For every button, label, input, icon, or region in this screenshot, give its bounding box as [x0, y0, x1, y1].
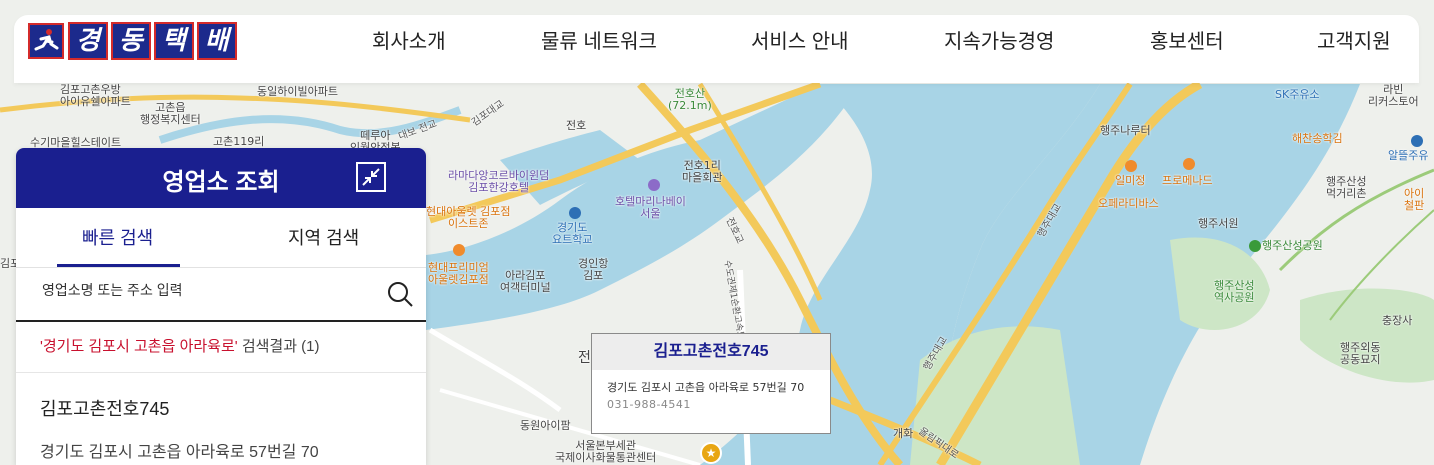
map-label: 행주나루터: [1100, 124, 1151, 137]
map-label: 경인항 김포: [578, 257, 609, 282]
panel-header: 영업소 조회: [16, 148, 426, 208]
map-label: 아이 철판: [1404, 187, 1425, 212]
nav-item-support[interactable]: 고객지원: [1317, 25, 1391, 54]
search-icon: [388, 282, 413, 307]
map-label: 프로메나드: [1162, 174, 1213, 187]
map-label: 전: [578, 350, 591, 366]
map-label: 서울본부세관 국제이사화물통관센터: [555, 439, 657, 464]
poi-marker[interactable]: [453, 244, 465, 256]
map-label: 동일하이빌아파트: [257, 85, 338, 98]
map-label: 개화: [893, 427, 914, 440]
map-label: 행주산성 역사공원: [1214, 279, 1255, 304]
map-label: 전호: [566, 119, 587, 132]
search-input[interactable]: [40, 281, 364, 299]
tab-quick-search[interactable]: 빠른 검색: [82, 224, 153, 250]
brand-wordmark: 경 동 택 배: [68, 22, 237, 60]
result-branch-name: 김포고촌전호745: [40, 399, 170, 419]
nav-item-services[interactable]: 서비스 안내: [751, 25, 849, 54]
nav-item-pr-center[interactable]: 홍보센터: [1150, 25, 1224, 54]
map-label: 해찬송학김: [1292, 132, 1343, 145]
map-label: 아라김포 여객터미널: [500, 269, 551, 294]
map-label: 전호산 (72.1m): [668, 87, 712, 112]
result-count: 검색결과 (1): [241, 338, 320, 355]
map-label: 전호1리 마을회관: [682, 159, 723, 184]
map-label: 일미정: [1115, 174, 1146, 187]
map-label: 라빈 리커스토어: [1368, 83, 1419, 108]
poi-marker[interactable]: [1183, 158, 1195, 170]
map-label: 김포고촌우방 아이유쉘아파트: [60, 83, 131, 108]
map-label: 행주서원: [1198, 217, 1239, 230]
poi-marker[interactable]: [1125, 160, 1137, 172]
page-frame: 김포고촌우방 아이유쉘아파트 동일하이빌아파트 고촌읍 행정복지센터 수기마을힐…: [0, 0, 1434, 465]
nav-item-sustainability[interactable]: 지속가능경영: [944, 25, 1054, 54]
map-label: 동원아이팜: [520, 419, 571, 432]
branch-search-panel: 영업소 조회 빠른 검색 지역 검색 '경기도 김포시 고촌읍 아라육로': [16, 148, 426, 465]
branch-info-popup: 김포고촌전호745 경기도 김포시 고촌읍 아라육로 57번길 70 031-9…: [591, 333, 831, 434]
collapse-button[interactable]: [356, 162, 386, 192]
map-label: 오페라디바스: [1098, 197, 1159, 210]
map-label: 행주산성 먹거리촌: [1326, 175, 1367, 200]
poi-marker[interactable]: [569, 207, 581, 219]
popup-title: 김포고촌전호745: [592, 334, 830, 370]
map-label: 현대프리미엄 아울렛김포점: [428, 261, 489, 286]
search-bar: [16, 268, 426, 322]
runner-logo-icon: [28, 23, 64, 59]
brand-logo[interactable]: 경 동 택 배: [28, 22, 286, 60]
logo-char: 택: [153, 22, 194, 60]
nav-item-company[interactable]: 회사소개: [372, 25, 446, 54]
site-header: 경 동 택 배 회사소개 물류 네트워크 서비스 안내 지속가능경영 홍보센터 …: [14, 15, 1419, 83]
map-label: 호텔마리나베이 서울: [615, 195, 686, 220]
logo-char: 동: [110, 22, 151, 60]
active-tab-indicator: [57, 264, 180, 267]
branch-star-marker-icon[interactable]: ★: [700, 442, 722, 464]
map-label: 고촌119리: [213, 135, 265, 148]
tab-region-search[interactable]: 지역 검색: [288, 224, 359, 250]
result-query: '경기도 김포시 고촌읍 아라육로': [40, 338, 238, 355]
logo-char: 배: [196, 22, 237, 60]
result-branch-address: 경기도 김포시 고촌읍 아라육로 57번길 70: [40, 444, 319, 461]
search-button[interactable]: [386, 280, 414, 308]
collapse-arrows-icon: [362, 168, 380, 186]
map-label: 라마다앙코르바이윈덤 김포한강호텔: [448, 169, 550, 194]
poi-marker[interactable]: [1249, 240, 1261, 252]
map-label: SK주유소: [1275, 88, 1320, 101]
logo-char: 경: [68, 22, 108, 60]
map-label: 경기도 요트학교: [552, 221, 593, 246]
poi-marker[interactable]: [1411, 135, 1423, 147]
poi-marker[interactable]: [648, 179, 660, 191]
map-label: 충장사: [1382, 314, 1413, 327]
result-summary: '경기도 김포시 고촌읍 아라육로' 검색결과 (1): [16, 322, 426, 373]
search-tabs: 빠른 검색 지역 검색: [16, 208, 426, 268]
map-label: 현대아울렛 김포점 이스트존: [426, 205, 511, 230]
map-label: 알뜰주유: [1388, 149, 1429, 162]
map-label: 행주외동 공동묘지: [1340, 341, 1381, 366]
nav-item-network[interactable]: 물류 네트워크: [541, 25, 657, 54]
popup-address: 경기도 김포시 고촌읍 아라육로 57번길 70: [607, 381, 805, 394]
map-label: 행주산성공원: [1262, 239, 1323, 252]
map-label: 고촌읍 행정복지센터: [140, 101, 201, 126]
result-list-item[interactable]: 김포고촌전호745 경기도 김포시 고촌읍 아라육로 57번길 70: [16, 395, 426, 462]
popup-phone[interactable]: 031-988-4541: [607, 398, 691, 411]
